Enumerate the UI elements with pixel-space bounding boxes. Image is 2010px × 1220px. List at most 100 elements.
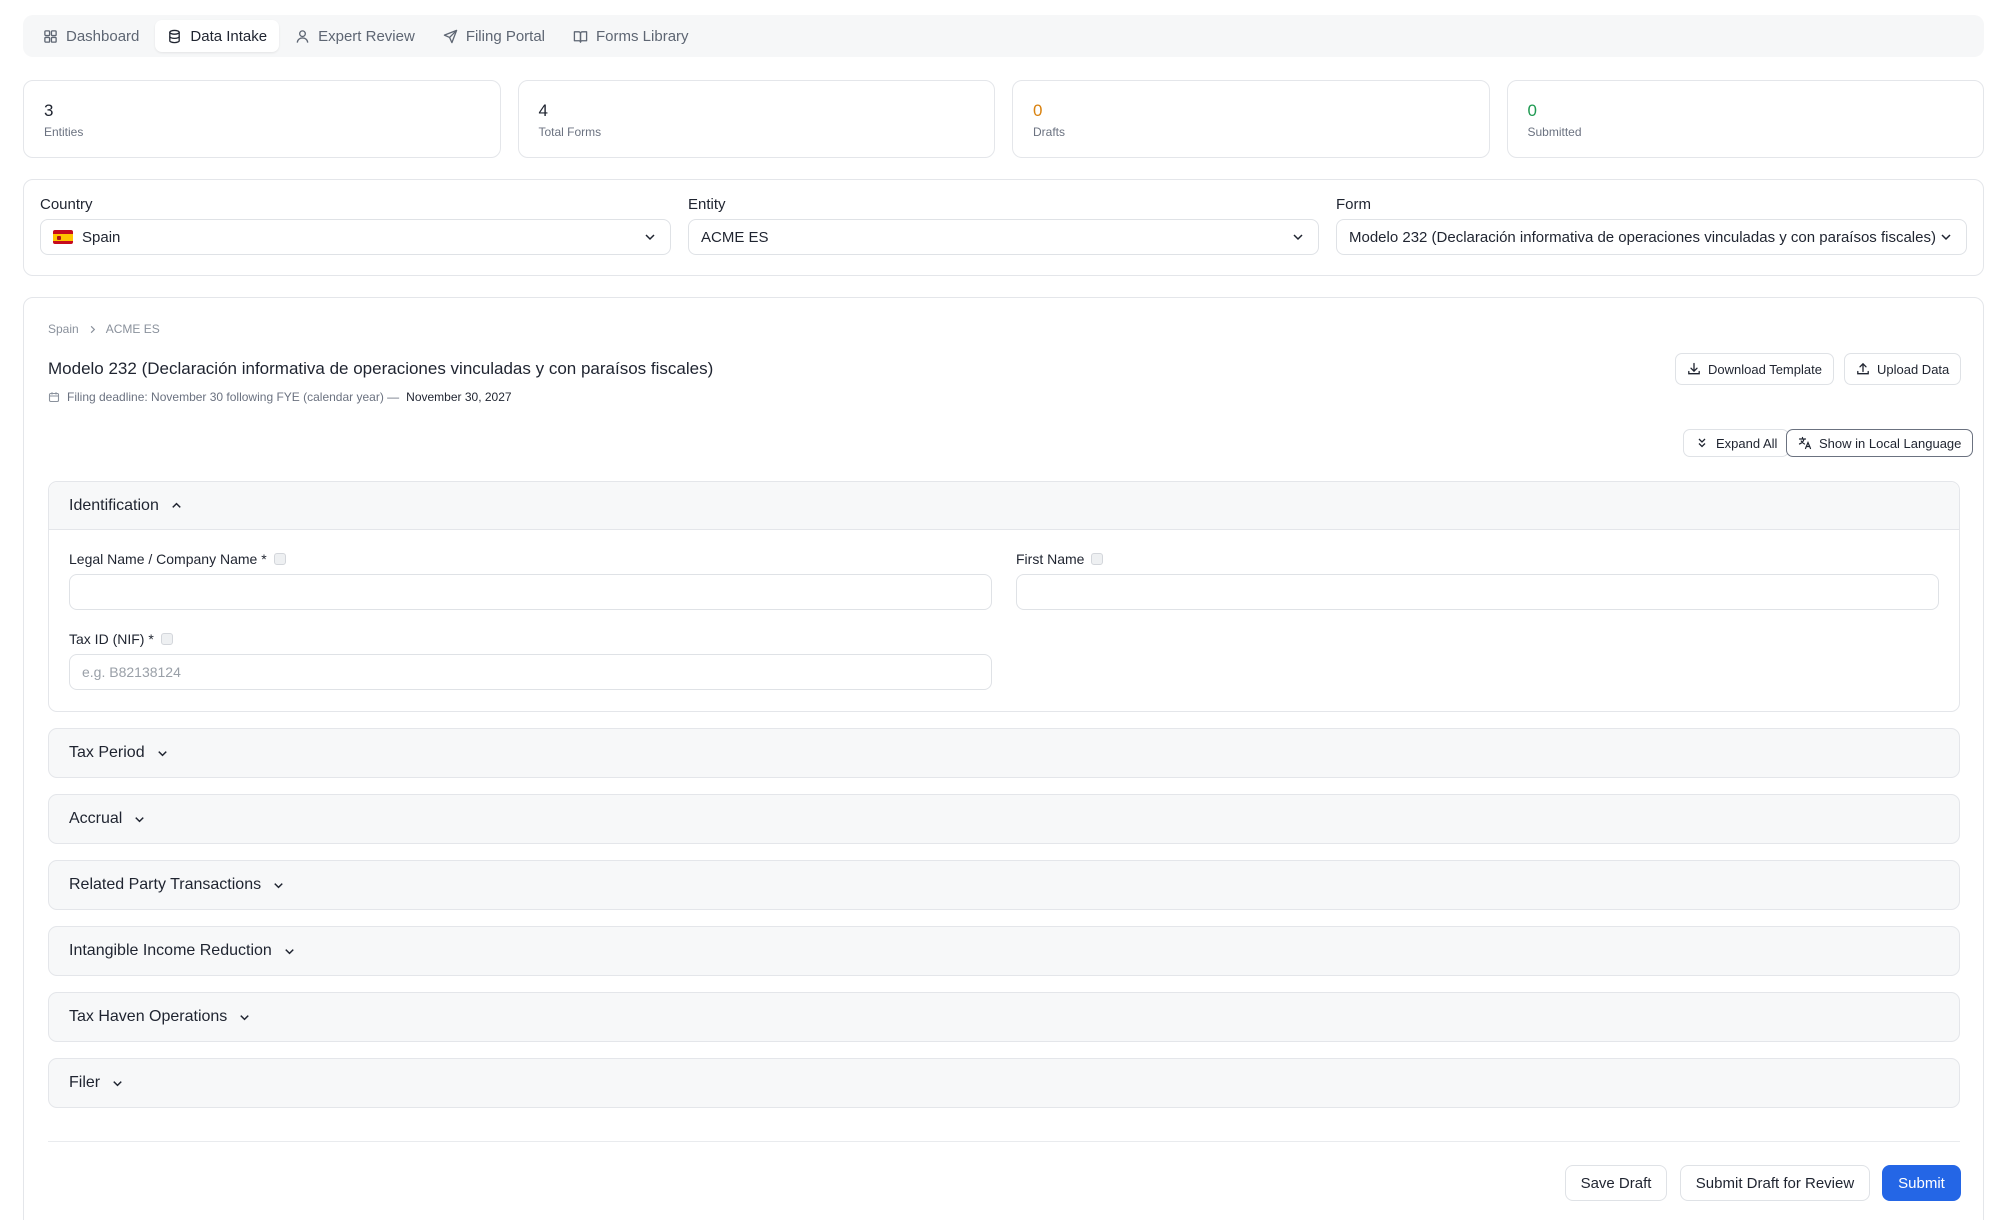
form-panel: Spain ACME ES Modelo 232 (Declaración in… [23,297,1984,1220]
chevron-down-icon [642,229,658,245]
save-draft-label: Save Draft [1580,1174,1652,1192]
breadcrumb-country[interactable]: Spain [48,322,79,336]
tab-filing-portal[interactable]: Filing Portal [431,20,557,52]
first-name-label: First Name [1016,551,1939,567]
entity-value: ACME ES [701,228,769,246]
section-title: Related Party Transactions [69,876,262,893]
entity-label: Entity [688,196,726,213]
submit-label: Submit [1898,1174,1945,1192]
stat-label: Submitted [1527,125,1582,139]
stat-label: Total Forms [538,125,602,139]
section-header-identification[interactable]: Identification [49,482,1959,530]
section-header-tax-haven-operations[interactable]: Tax Haven Operations [49,993,1959,1041]
expand-all-button[interactable]: Expand All [1683,429,1790,457]
section-title: Tax Period [69,744,145,761]
spain-flag-icon [53,230,73,244]
section-header-filer[interactable]: Filer [49,1059,1959,1107]
country-label: Country [40,196,93,213]
chevrons-down-icon [1695,436,1709,450]
form-select[interactable]: Modelo 232 (Declaración informativa de o… [1336,219,1967,255]
stat-card-total-forms: 4 Total Forms [517,80,995,158]
book-icon [573,29,588,44]
calendar-icon [48,391,60,403]
form-value: Modelo 232 (Declaración informativa de o… [1349,228,1936,246]
section-header-related-party-transactions[interactable]: Related Party Transactions [49,861,1959,909]
footer-divider [48,1141,1960,1142]
country-select-group: Country Spain [40,196,671,275]
first-name-label-text: First Name [1016,551,1085,567]
grid-icon [43,29,58,44]
tab-label: Forms Library [596,27,689,45]
entity-select[interactable]: ACME ES [688,219,1319,255]
section-header-intangible-income-reduction[interactable]: Intangible Income Reduction [49,927,1959,975]
section-title: Intangible Income Reduction [69,942,272,959]
tab-data-intake[interactable]: Data Intake [155,20,280,52]
upload-data-label: Upload Data [1877,361,1950,377]
chevron-up-icon [169,498,184,513]
submit-draft-for-review-button[interactable]: Submit Draft for Review [1680,1165,1870,1201]
country-select[interactable]: Spain [40,219,671,255]
first-name-field: First Name [1016,551,1939,610]
section-related-party-transactions: Related Party Transactions [48,860,1960,910]
stats-row: 3 Entities 4 Total Forms 0 Drafts 0 Subm… [23,80,1984,158]
upload-icon [1856,362,1870,376]
section-tax-haven-operations: Tax Haven Operations [48,992,1960,1042]
chevron-down-icon [1938,229,1954,245]
filter-selectors: Country Spain Entity ACME ES Form Modelo… [23,179,1984,276]
chevron-right-icon [87,324,98,335]
section-accrual: Accrual [48,794,1960,844]
upload-data-button[interactable]: Upload Data [1844,353,1962,385]
show-local-language-button[interactable]: Show in Local Language [1786,429,1974,457]
expand-all-label: Expand All [1716,435,1778,451]
chevron-down-icon [282,944,297,959]
submit-button[interactable]: Submit [1882,1165,1961,1201]
tab-forms-library[interactable]: Forms Library [561,20,701,52]
chevron-down-icon [1290,229,1306,245]
tax-id-label: Tax ID (NIF) * [69,631,992,647]
section-header-accrual[interactable]: Accrual [49,795,1959,843]
chevron-down-icon [271,878,286,893]
stat-value: 3 [44,101,54,120]
info-icon[interactable] [160,633,173,645]
legal-name-label: Legal Name / Company Name * [69,551,992,567]
section-body-identification: Legal Name / Company Name * First Name T… [49,530,1959,710]
user-icon [295,29,310,44]
info-icon[interactable] [1091,553,1104,565]
tax-id-input[interactable] [69,654,992,690]
breadcrumb-entity[interactable]: ACME ES [106,322,160,336]
stat-value: 0 [1033,101,1043,120]
tab-expert-review[interactable]: Expert Review [283,20,427,52]
section-title: Identification [69,496,159,514]
stat-value: 0 [1527,101,1537,120]
save-draft-button[interactable]: Save Draft [1565,1165,1667,1201]
tax-id-field: Tax ID (NIF) * [69,631,992,690]
section-filer: Filer [48,1058,1960,1108]
section-identification: Identification Legal Name / Company Name… [48,481,1960,712]
info-icon[interactable] [273,553,286,565]
section-title: Filer [69,1074,101,1091]
first-name-input[interactable] [1016,574,1939,610]
filing-deadline: Filing deadline: November 30 following F… [48,390,512,404]
stat-card-drafts: 0 Drafts [1012,80,1490,158]
form-label: Form [1336,196,1371,213]
section-header-tax-period[interactable]: Tax Period [49,729,1959,777]
download-template-label: Download Template [1708,361,1822,377]
country-value: Spain [82,228,121,246]
top-navigation: Dashboard Data Intake Expert Review Fili… [23,15,1984,57]
stat-label: Drafts [1033,125,1066,139]
deadline-text: Filing deadline: November 30 following F… [67,390,400,404]
page-title: Modelo 232 (Declaración informativa de o… [48,359,714,378]
chevron-down-icon [132,812,147,827]
download-template-button[interactable]: Download Template [1675,353,1834,385]
chevron-down-icon [110,1076,125,1091]
stat-value: 4 [538,101,548,120]
download-icon [1687,362,1701,376]
chevron-down-icon [237,1010,252,1025]
tab-dashboard[interactable]: Dashboard [31,20,151,52]
legal-name-input[interactable] [69,574,992,610]
tab-label: Data Intake [190,27,268,45]
submit-draft-for-review-label: Submit Draft for Review [1695,1174,1855,1192]
legal-name-label-text: Legal Name / Company Name * [69,551,267,567]
form-select-group: Form Modelo 232 (Declaración informativa… [1336,196,1967,275]
stat-card-entities: 3 Entities [23,80,501,158]
